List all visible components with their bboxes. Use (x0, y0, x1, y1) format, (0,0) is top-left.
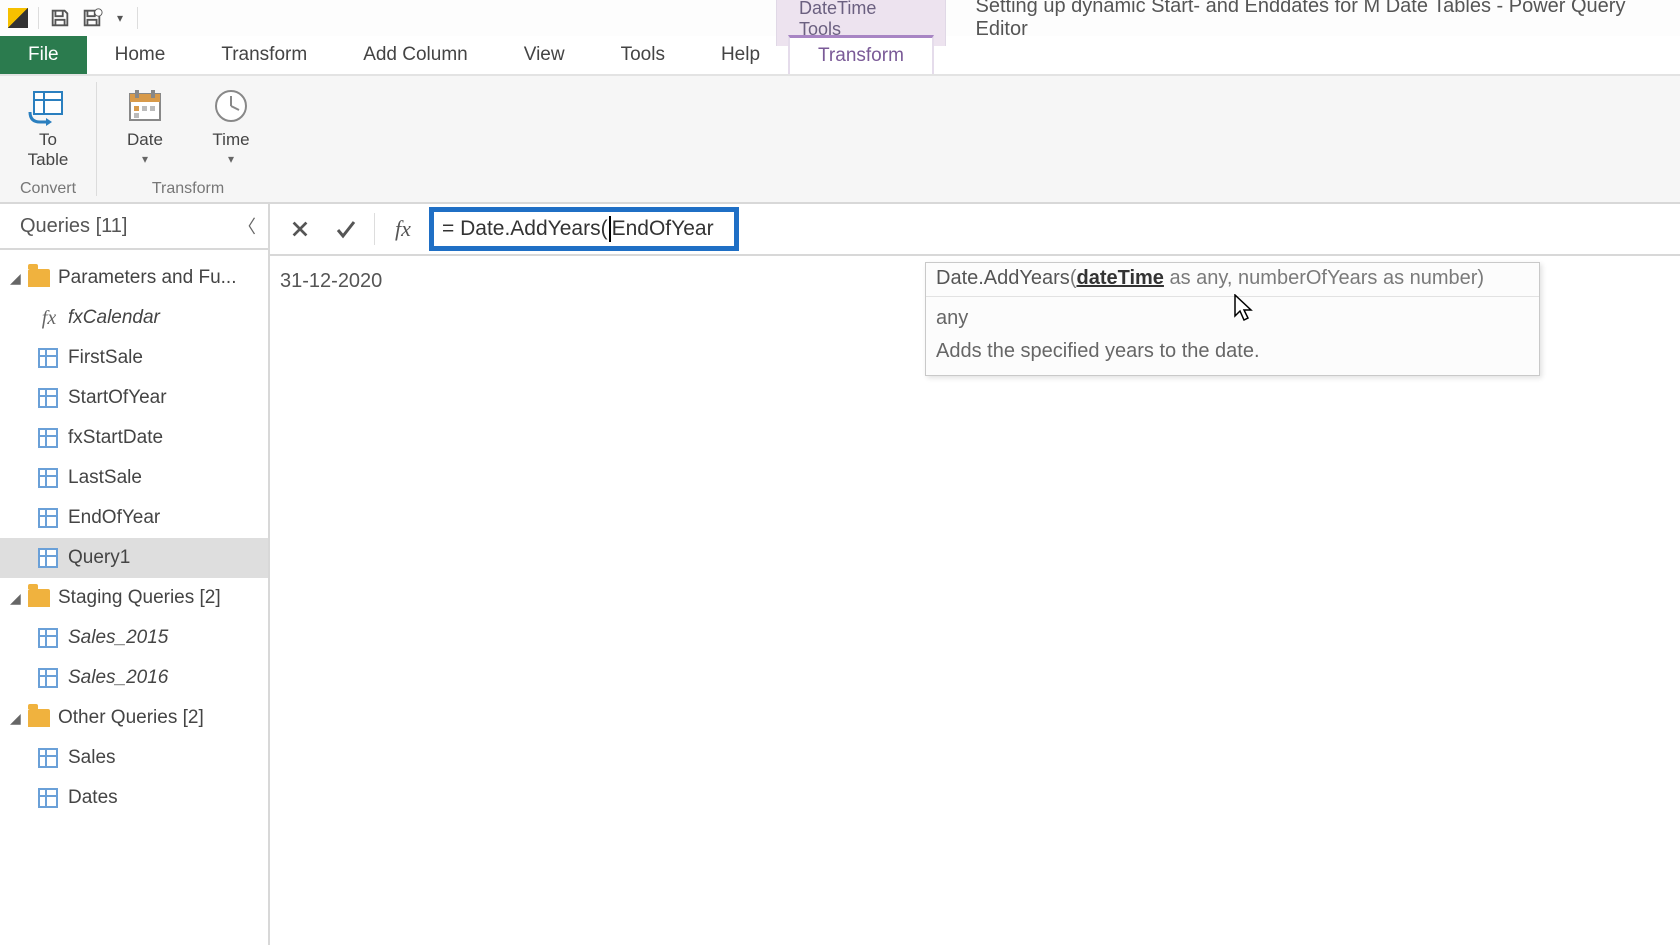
query-label: LastSale (68, 467, 142, 489)
save-icon[interactable] (49, 7, 71, 29)
time-button[interactable]: Time ▾ (197, 82, 265, 178)
queries-pane: Queries [11] 〈 ◢ Parameters and Fu... fx… (0, 204, 270, 945)
query-label: Query1 (68, 547, 130, 569)
undo-icon[interactable] (81, 7, 103, 29)
expand-icon: ◢ (10, 270, 28, 287)
query-item-sales[interactable]: Sales (0, 738, 268, 778)
table-icon (38, 348, 58, 368)
clock-icon (209, 84, 253, 128)
tab-help[interactable]: Help (693, 36, 788, 74)
group-label-convert: Convert (20, 178, 76, 200)
window-title: Setting up dynamic Start- and Enddates f… (976, 0, 1680, 41)
to-table-icon (26, 84, 70, 128)
expand-icon: ◢ (10, 590, 28, 607)
folder-icon (28, 269, 50, 287)
separator (38, 7, 39, 29)
tooltip-description: Adds the specified years to the date. (926, 334, 1539, 375)
function-icon: fx (38, 307, 60, 330)
time-label: Time (212, 130, 249, 150)
table-icon (38, 428, 58, 448)
queries-tree: ◢ Parameters and Fu... fx fxCalendar Fir… (0, 250, 268, 826)
table-icon (38, 548, 58, 568)
query-label: Dates (68, 787, 118, 809)
table-icon (38, 668, 58, 688)
tab-context-transform[interactable]: Transform (788, 35, 934, 74)
table-icon (38, 468, 58, 488)
to-table-button[interactable]: To Table (14, 82, 82, 178)
ribbon-group-convert: To Table Convert (0, 76, 96, 202)
separator (137, 7, 138, 29)
query-item-dates[interactable]: Dates (0, 778, 268, 818)
query-group-staging[interactable]: ◢ Staging Queries [2] (0, 578, 268, 618)
query-label: Sales_2016 (68, 667, 168, 689)
text-cursor (609, 216, 611, 242)
fx-icon[interactable]: fx (383, 209, 423, 249)
table-icon (38, 628, 58, 648)
query-label: Sales_2015 (68, 627, 168, 649)
date-label: Date (127, 130, 163, 150)
query-item-query1[interactable]: Query1 (0, 538, 268, 578)
table-icon (38, 388, 58, 408)
chevron-down-icon: ▾ (228, 152, 234, 166)
tab-home[interactable]: Home (87, 36, 194, 74)
chevron-down-icon: ▾ (142, 152, 148, 166)
date-button[interactable]: Date ▾ (111, 82, 179, 178)
query-group-parameters[interactable]: ◢ Parameters and Fu... (0, 258, 268, 298)
folder-icon (28, 709, 50, 727)
tab-view[interactable]: View (496, 36, 593, 74)
queries-pane-title: Queries [11] (20, 215, 127, 238)
tab-tools[interactable]: Tools (593, 36, 693, 74)
query-item-lastsale[interactable]: LastSale (0, 458, 268, 498)
to-table-label: To Table (28, 130, 69, 169)
tooltip-sig-rest: as any, numberOfYears as number) (1164, 267, 1484, 289)
query-item-sales2015[interactable]: Sales_2015 (0, 618, 268, 658)
cancel-formula-button[interactable] (280, 209, 320, 249)
main-content: fx = Date.AddYears( EndOfYear 31-12-2020… (270, 204, 1680, 945)
ribbon-group-transform: Date ▾ Time ▾ Transform (97, 76, 279, 202)
formula-bar: fx = Date.AddYears( EndOfYear (270, 204, 1680, 256)
expand-icon: ◢ (10, 710, 28, 727)
ribbon-body: To Table Convert (0, 76, 1680, 204)
formula-input[interactable]: = Date.AddYears( EndOfYear (429, 207, 739, 251)
app-icon (8, 8, 28, 28)
query-item-endofyear[interactable]: EndOfYear (0, 498, 268, 538)
query-group-other[interactable]: ◢ Other Queries [2] (0, 698, 268, 738)
folder-icon (28, 589, 50, 607)
tab-file[interactable]: File (0, 36, 87, 74)
query-item-fxcalendar[interactable]: fx fxCalendar (0, 298, 268, 338)
calendar-icon (123, 84, 167, 128)
tooltip-active-param: dateTime (1076, 267, 1163, 289)
ribbon-tabs: File Home Transform Add Column View Tool… (0, 36, 1680, 76)
table-icon (38, 748, 58, 768)
collapse-pane-icon[interactable]: 〈 (238, 213, 256, 239)
group-label: Other Queries [2] (58, 707, 204, 729)
qat-dropdown-icon[interactable]: ▾ (113, 11, 127, 25)
separator (374, 213, 375, 245)
query-label: StartOfYear (68, 387, 167, 409)
query-item-fxstartdate[interactable]: fxStartDate (0, 418, 268, 458)
group-label: Staging Queries [2] (58, 587, 221, 609)
tooltip-type: any (926, 297, 1539, 334)
formula-text-suffix: EndOfYear (612, 217, 714, 241)
query-label: fxCalendar (68, 307, 160, 329)
group-label-transform: Transform (152, 178, 224, 200)
accept-formula-button[interactable] (326, 209, 366, 249)
tooltip-fn-name: Date.AddYears (936, 267, 1070, 289)
query-label: Sales (68, 747, 116, 769)
table-icon (38, 508, 58, 528)
group-label: Parameters and Fu... (58, 267, 236, 289)
intellisense-tooltip: Date.AddYears(dateTime as any, numberOfY… (925, 262, 1540, 376)
queries-pane-header: Queries [11] 〈 (0, 204, 268, 250)
query-label: fxStartDate (68, 427, 163, 449)
query-label: FirstSale (68, 347, 143, 369)
query-label: EndOfYear (68, 507, 160, 529)
tooltip-signature: Date.AddYears(dateTime as any, numberOfY… (926, 263, 1539, 297)
tab-transform[interactable]: Transform (193, 36, 335, 74)
query-item-firstsale[interactable]: FirstSale (0, 338, 268, 378)
formula-text-prefix: = Date.AddYears( (442, 217, 608, 241)
tab-add-column[interactable]: Add Column (335, 36, 496, 74)
query-item-sales2016[interactable]: Sales_2016 (0, 658, 268, 698)
table-icon (38, 788, 58, 808)
query-item-startofyear[interactable]: StartOfYear (0, 378, 268, 418)
